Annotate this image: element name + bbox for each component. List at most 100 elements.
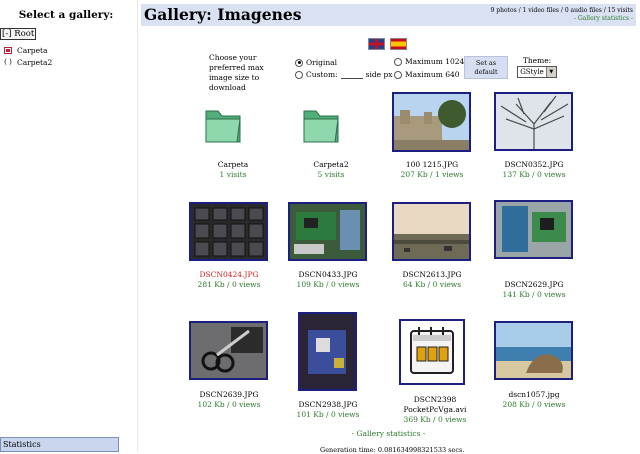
item-name[interactable]: DSCN0352.JPG	[486, 160, 582, 170]
item-info: 208 Kb / 0 views	[502, 400, 566, 409]
photo-thumbnail-motherboard[interactable]	[298, 312, 357, 391]
folder-empty-icon: ( )	[4, 58, 12, 66]
motherboard-photo	[300, 314, 355, 389]
item-caption: DSCN2398 PocketPcVga.avi 369 Kb / 0 view…	[387, 395, 483, 425]
item-name[interactable]: DSCN2398 PocketPcVga.avi	[387, 395, 483, 415]
video-thumbnail[interactable]	[399, 319, 465, 385]
item-name[interactable]: 100 1215.JPG	[384, 160, 480, 170]
gallery-statistics-link[interactable]: - Gallery statistics -	[137, 429, 640, 438]
media-counts: 9 photos / 1 video files / 0 audio files…	[490, 7, 633, 14]
item-info: 5 visits	[317, 170, 345, 179]
item-name[interactable]: DSCN2639.JPG	[181, 390, 277, 400]
tree-photo	[496, 94, 571, 149]
custom-size-input[interactable]	[340, 70, 363, 79]
item-caption: DSCN0424.JPG 281 Kb / 0 views	[181, 270, 277, 290]
item-info: 1 visits	[219, 170, 247, 179]
item-info: 102 Kb / 0 views	[197, 400, 261, 409]
item-name[interactable]: DSCN2613.JPG	[384, 270, 480, 280]
item-name[interactable]: Carpeta	[185, 160, 281, 170]
radio-label: Maximum 1024	[405, 57, 465, 66]
theme-selector: Theme: GStyle ▼	[516, 56, 558, 78]
radio-label: Maximum 640	[405, 70, 460, 79]
radio-label: Custom:	[306, 70, 338, 79]
radio-label: Original	[306, 58, 338, 67]
english-flag-icon[interactable]	[368, 38, 385, 50]
divider	[137, 0, 138, 452]
item-name[interactable]: DSCN0433.JPG	[280, 270, 376, 280]
header-statistics-link[interactable]: - Gallery statistics -	[491, 15, 633, 23]
item-caption: DSCN2938.JPG 101 Kb / 0 views	[280, 400, 376, 420]
image-size-prompt: Choose your preferred max image size to …	[209, 53, 264, 92]
folder-thumbnail[interactable]	[301, 101, 341, 147]
set-default-button[interactable]: Set as default	[464, 56, 508, 79]
landscape-photo	[394, 204, 469, 259]
gallery-counts: 9 photos / 1 video files / 0 audio files…	[491, 7, 633, 23]
item-name[interactable]: DSCN0424.JPG	[181, 270, 277, 280]
radio-custom[interactable]	[295, 70, 303, 79]
size-option-original[interactable]: Original	[295, 58, 337, 67]
item-info: 137 Kb / 0 views	[502, 170, 566, 179]
radio-max1024[interactable]	[394, 57, 402, 66]
item-info: 369 Kb / 0 views	[403, 415, 467, 424]
sidebar-item-carpeta2[interactable]: ( ) Carpeta2	[4, 58, 52, 67]
radio-max640[interactable]	[394, 70, 402, 79]
theme-select[interactable]: GStyle ▼	[517, 66, 557, 78]
photo-thumbnail-keyboard[interactable]	[189, 202, 268, 261]
item-name[interactable]: DSCN2629.JPG	[486, 280, 582, 290]
theme-label: Theme:	[522, 56, 552, 65]
size-option-custom[interactable]: Custom: side px	[295, 70, 393, 79]
photo-thumbnail-tree[interactable]	[494, 92, 573, 151]
chevron-down-icon[interactable]: ▼	[545, 67, 556, 77]
folder-thumbnail[interactable]	[203, 101, 243, 147]
folder-icon	[205, 110, 241, 143]
item-info: 141 Kb / 0 views	[502, 290, 566, 299]
photo-thumbnail-circuit[interactable]	[288, 202, 367, 261]
spanish-flag-icon[interactable]	[390, 38, 407, 50]
language-selector	[368, 38, 407, 50]
item-name[interactable]: dscn1057.jpg	[486, 390, 582, 400]
item-name[interactable]: Carpeta2	[283, 160, 379, 170]
side-px-label: side px	[365, 70, 393, 79]
size-option-max640[interactable]: Maximum 640	[394, 70, 460, 79]
item-caption: Carpeta 1 visits	[185, 160, 281, 180]
item-caption: DSCN2613.JPG 64 Kb / 0 views	[384, 270, 480, 290]
item-caption: DSCN0352.JPG 137 Kb / 0 views	[486, 160, 582, 180]
sidebar-item-label: Carpeta2	[17, 58, 53, 67]
item-caption: 100 1215.JPG 207 Kb / 1 views	[384, 160, 480, 180]
board-photo	[496, 202, 571, 257]
radio-original[interactable]	[295, 58, 303, 67]
item-caption: Carpeta2 5 visits	[283, 160, 379, 180]
root-gallery-node[interactable]: [-] Root	[0, 28, 37, 40]
item-name[interactable]: DSCN2938.JPG	[280, 400, 376, 410]
folder-icon	[303, 110, 339, 143]
keyboard-photo	[191, 204, 266, 259]
item-caption: DSCN2629.JPG 141 Kb / 0 views	[486, 280, 582, 300]
statistics-panel-tab[interactable]: Statistics	[0, 437, 119, 452]
item-info: 109 Kb / 0 views	[296, 280, 360, 289]
item-caption: DSCN2639.JPG 102 Kb / 0 views	[181, 390, 277, 410]
size-option-max1024[interactable]: Maximum 1024	[394, 57, 464, 66]
theme-value: GStyle	[520, 68, 544, 76]
photo-thumbnail-board[interactable]	[494, 200, 573, 259]
generation-time: Generation time: 0.081634998321533 secs.	[320, 446, 465, 454]
gallery-header: Gallery: Imagenes 9 photos / 1 video fil…	[141, 4, 636, 26]
photo-thumbnail-castle[interactable]	[392, 92, 471, 152]
sidebar-title: Select a gallery:	[18, 9, 114, 21]
folder-expand-icon[interactable]	[4, 47, 12, 54]
beach-photo	[496, 323, 571, 378]
photo-thumbnail-scissors[interactable]	[189, 321, 268, 380]
page-title: Gallery: Imagenes	[144, 5, 302, 24]
photo-thumbnail-beach[interactable]	[494, 321, 573, 380]
item-caption: DSCN0433.JPG 109 Kb / 0 views	[280, 270, 376, 290]
photo-thumbnail-landscape[interactable]	[392, 202, 471, 261]
item-info: 64 Kb / 0 views	[402, 280, 462, 289]
item-info: 101 Kb / 0 views	[296, 410, 360, 419]
castle-photo	[394, 94, 469, 150]
sidebar-item-label: Carpeta	[17, 46, 48, 55]
sidebar-item-carpeta[interactable]: Carpeta	[4, 46, 48, 55]
circuit-photo	[290, 204, 365, 259]
item-info: 207 Kb / 1 views	[400, 170, 464, 179]
item-info: 281 Kb / 0 views	[197, 280, 261, 289]
item-caption: dscn1057.jpg 208 Kb / 0 views	[486, 390, 582, 410]
scissors-photo	[191, 323, 266, 378]
